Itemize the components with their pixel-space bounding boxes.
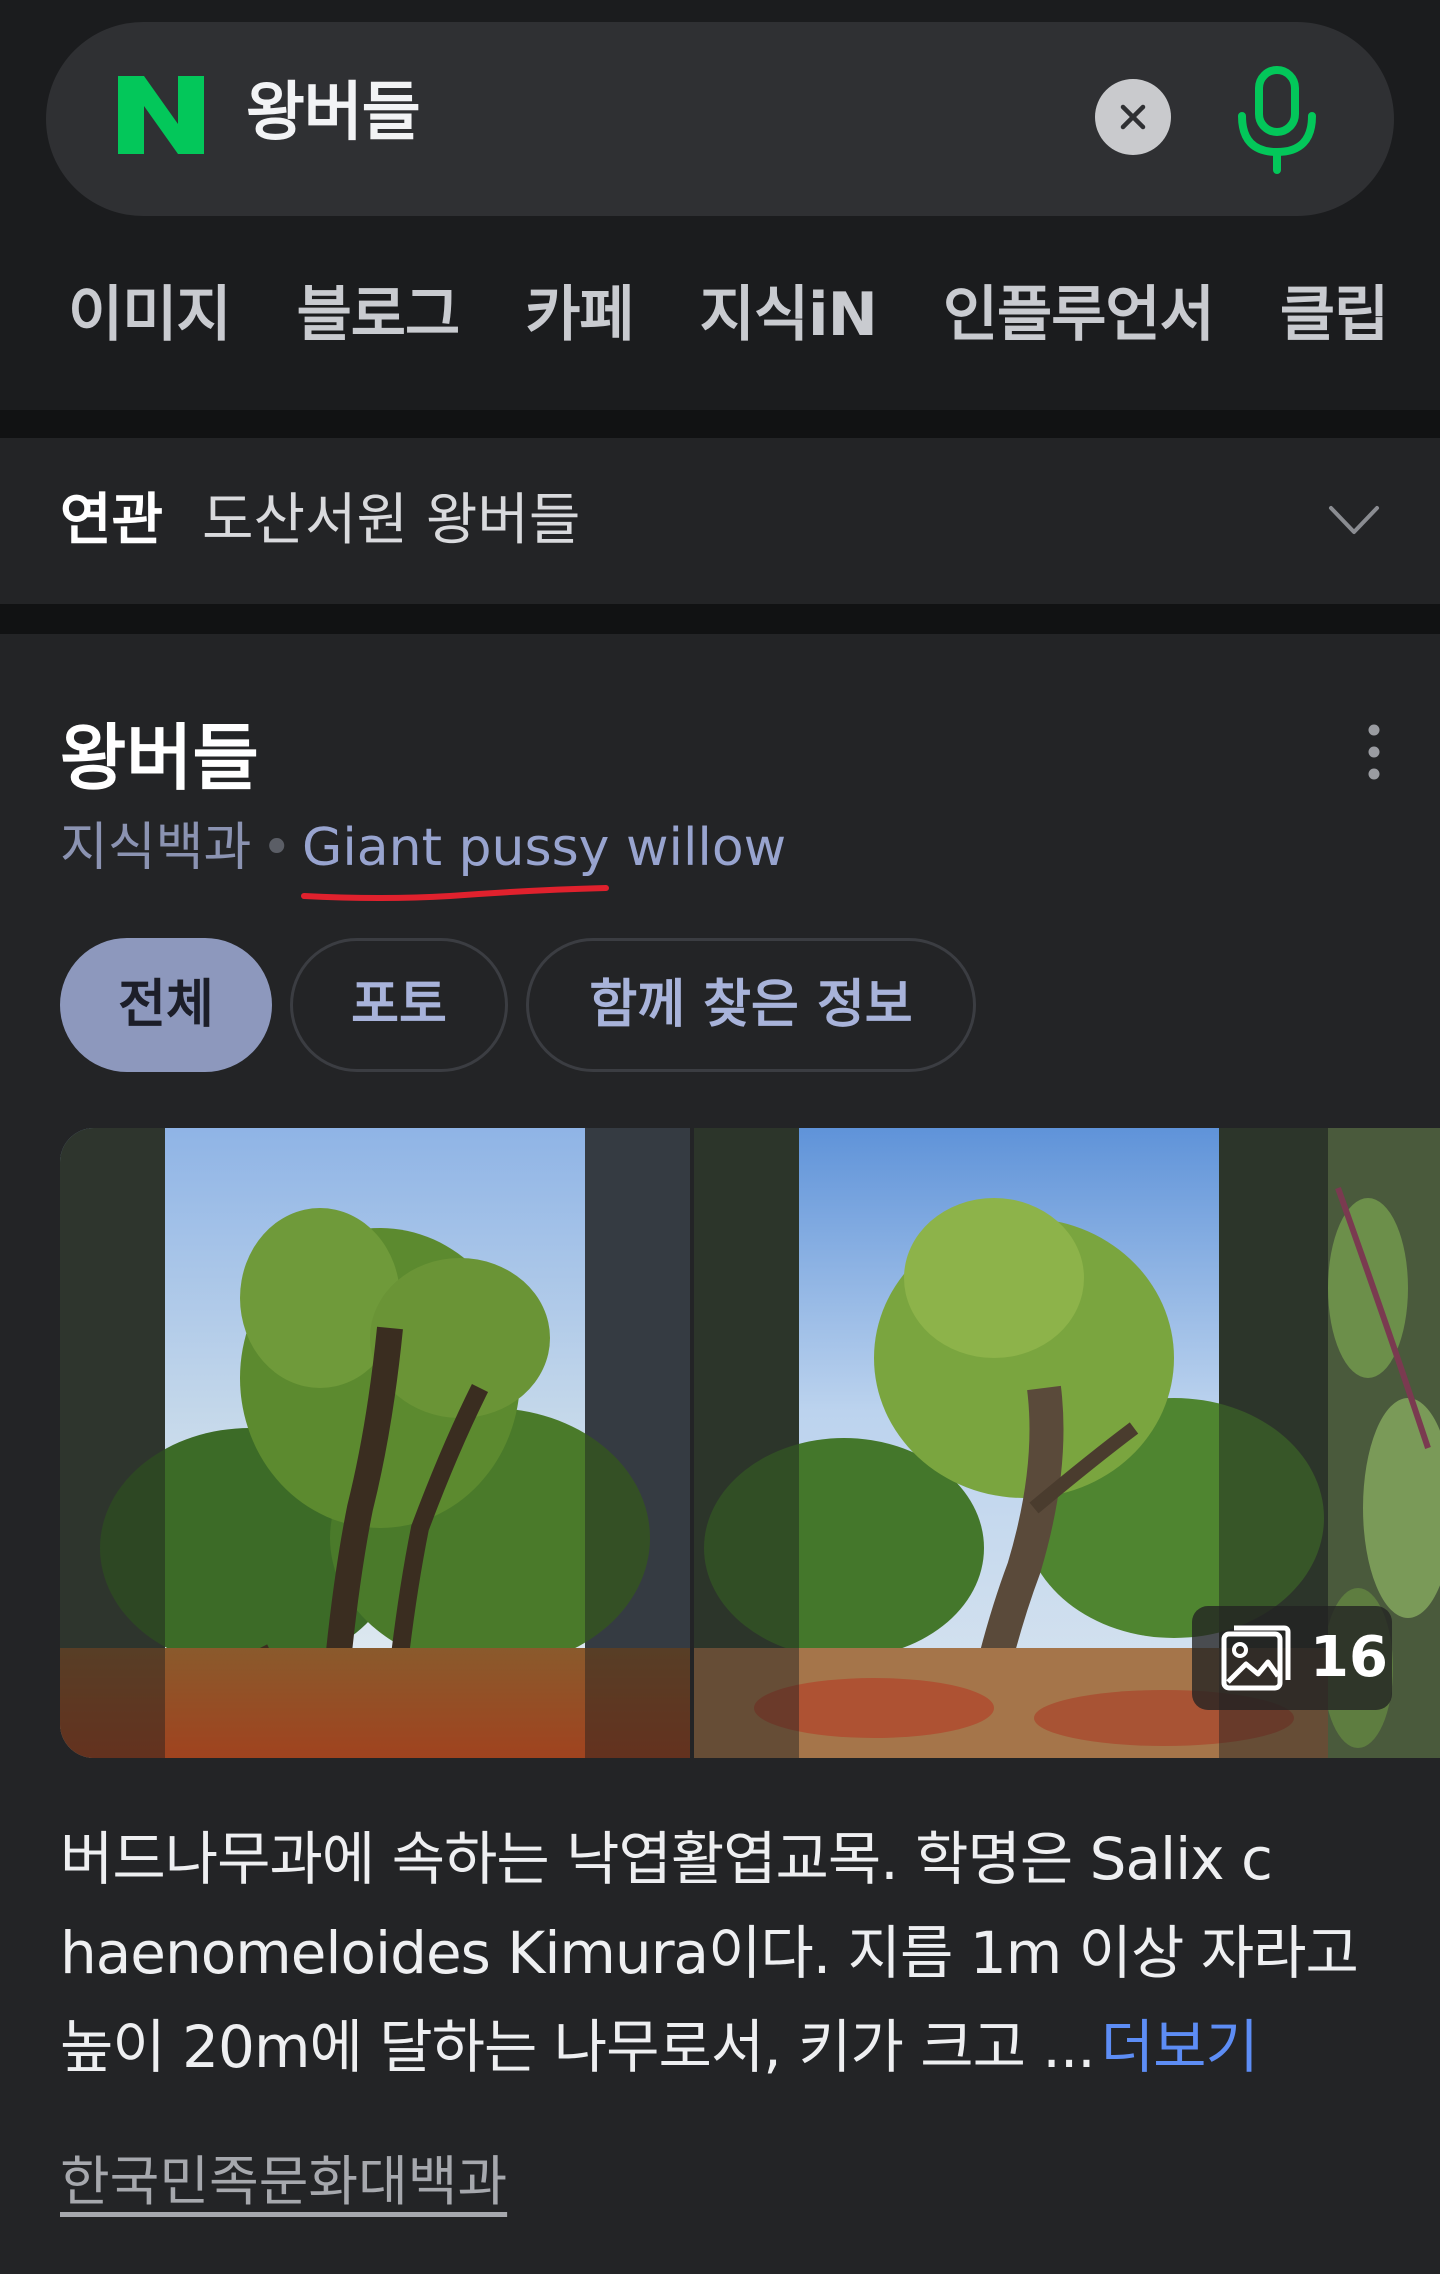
related-label: 연관 (60, 488, 164, 553)
related-search-link[interactable]: 도산서원 왕버들 (202, 476, 580, 566)
naver-logo-icon[interactable] (118, 76, 204, 154)
chevron-down-icon[interactable] (1328, 504, 1380, 538)
search-tabs: 이미지 블로그 카페 지식iN 인플루언서 클립 (68, 270, 1440, 360)
clear-search-button[interactable] (1095, 79, 1171, 155)
tab-knowledge-in[interactable]: 지식iN (700, 270, 878, 360)
tab-blog[interactable]: 블로그 (297, 270, 461, 360)
red-underline-annotation (301, 885, 609, 901)
tab-cafe[interactable]: 카페 (525, 270, 634, 360)
english-name: Giant pussy willow (302, 818, 787, 878)
tab-images[interactable]: 이미지 (68, 270, 232, 360)
tab-clip[interactable]: 클립 (1280, 270, 1389, 360)
separator-dot: • (261, 818, 293, 878)
section-divider (0, 604, 1440, 634)
more-link[interactable]: 더보기 (1101, 2013, 1259, 2081)
card-title: 왕버들 (60, 716, 259, 800)
source-label[interactable]: 지식백과 (60, 818, 251, 878)
description-line: 버드나무과에 속하는 낙엽활엽교목. 학명은 Salix c (60, 1825, 1273, 1893)
search-input[interactable]: 왕버들 (246, 68, 421, 158)
section-divider (0, 410, 1440, 438)
card-description: 버드나무과에 속하는 낙엽활엽교목. 학명은 Salix c haenomelo… (60, 1812, 1390, 2094)
image-icon (1221, 1625, 1291, 1691)
more-vertical-icon[interactable] (1360, 722, 1388, 782)
filter-pill-all[interactable]: 전체 (60, 938, 272, 1072)
related-searches[interactable]: 연관 도산서원 왕버들 (0, 438, 1440, 604)
filter-pill-photo[interactable]: 포토 (290, 938, 508, 1072)
tab-influencer[interactable]: 인플루언서 (943, 270, 1215, 360)
microphone-icon[interactable] (1232, 64, 1322, 174)
reference-link[interactable]: 한국민족문화대백과 (60, 2142, 507, 2222)
description-line-text: 높이 20m에 달하는 나무로서, 키가 크고 ... (60, 2013, 1096, 2081)
tree-photo-1[interactable] (60, 1128, 690, 1758)
description-line: haenomeloides Kimura이다. 지름 1m 이상 자라고 (60, 1919, 1359, 1987)
close-icon (1120, 104, 1146, 130)
photo-count-badge[interactable]: 16 (1192, 1606, 1392, 1710)
photo-count: 16 (1310, 1625, 1388, 1690)
description-line: 높이 20m에 달하는 나무로서, 키가 크고 ... 더보기 (60, 2000, 1390, 2094)
filter-pill-related-info[interactable]: 함께 찾은 정보 (526, 938, 976, 1072)
card-subtitle: 지식백과 • Giant pussy willow (60, 808, 786, 888)
